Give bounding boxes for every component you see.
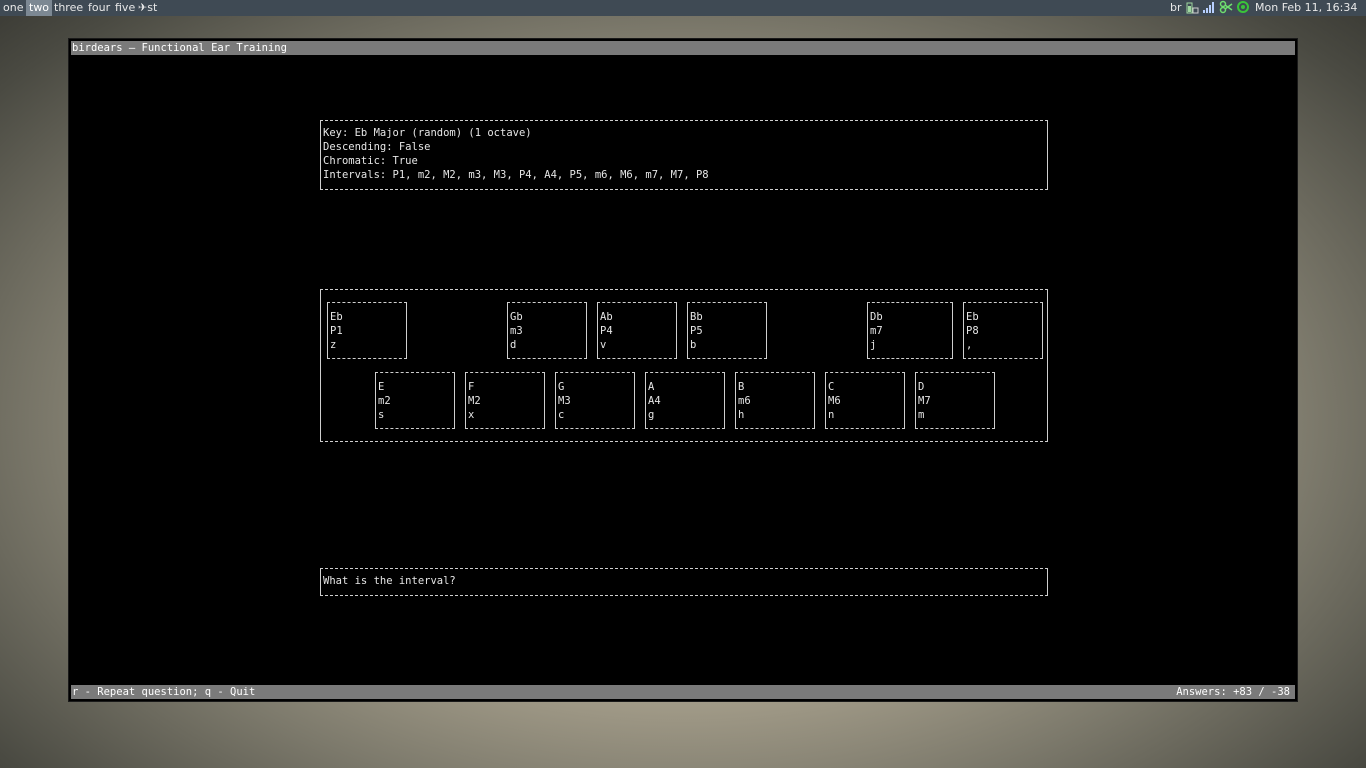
interval-label: A4 <box>648 395 661 407</box>
interval-label: m2 <box>378 395 391 407</box>
shortcut-label: d <box>510 339 517 351</box>
note-label: Bb <box>690 311 703 323</box>
shortcut-label: n <box>828 409 835 421</box>
shortcut-label: b <box>690 339 697 351</box>
note-label: C <box>828 381 835 393</box>
chromatic-info: Chromatic: True <box>323 155 418 167</box>
workspace-four[interactable]: four <box>85 0 113 16</box>
shortcut-label: , <box>966 339 973 351</box>
note-label: F <box>468 381 475 393</box>
shortcut-label: x <box>468 409 475 421</box>
settings-panel: Key: Eb Major (random) (1 octave) Descen… <box>320 120 1048 190</box>
question-text: What is the interval? <box>323 575 456 587</box>
interval-label: P1 <box>330 325 343 337</box>
note-label: E <box>378 381 385 393</box>
network-icon[interactable] <box>1236 0 1250 16</box>
interval-label: m6 <box>738 395 751 407</box>
key-a-A4[interactable]: A A4 g <box>645 372 725 429</box>
interval-label: M3 <box>558 395 571 407</box>
clock: Mon Feb 11, 16:34 <box>1255 1 1358 14</box>
keyboard-panel: Eb P1 z Gb m3 d Ab P4 v Bb P5 b Db m7 j … <box>320 289 1048 442</box>
battery-icon[interactable] <box>1185 0 1199 16</box>
interval-label: P4 <box>600 325 613 337</box>
top-panel: one two three four five ✈st br Mon Feb 1… <box>0 0 1366 16</box>
interval-label: M2 <box>468 395 481 407</box>
key-eb-p8[interactable]: Eb P8 , <box>963 302 1043 359</box>
interval-label: m3 <box>510 325 523 337</box>
layout-indicator[interactable]: br <box>1170 0 1182 16</box>
key-f-M2[interactable]: F M2 x <box>465 372 545 429</box>
key-g-M3[interactable]: G M3 c <box>555 372 635 429</box>
terminal-window[interactable]: birdears — Functional Ear Training Key: … <box>68 38 1298 702</box>
descending-info: Descending: False <box>323 141 431 153</box>
note-label: Eb <box>330 311 343 323</box>
note-label: G <box>558 381 565 393</box>
note-label: Eb <box>966 311 979 323</box>
key-e-m2[interactable]: E m2 s <box>375 372 455 429</box>
note-label: D <box>918 381 925 393</box>
interval-label: P8 <box>966 325 979 337</box>
shortcut-label: z <box>330 339 337 351</box>
interval-label: M7 <box>918 395 931 407</box>
keybindings-help: r - Repeat question; q - Quit <box>72 686 256 698</box>
shortcut-label: c <box>558 409 565 421</box>
key-eb-p1[interactable]: Eb P1 z <box>327 302 407 359</box>
status-bar: r - Repeat question; q - Quit Answers: +… <box>71 685 1295 699</box>
note-label: Ab <box>600 311 613 323</box>
key-c-M6[interactable]: C M6 n <box>825 372 905 429</box>
airplane-icon: ✈ <box>138 1 148 14</box>
shortcut-label: v <box>600 339 607 351</box>
shortcut-label: m <box>918 409 925 421</box>
interval-label: P5 <box>690 325 703 337</box>
shortcut-label: j <box>870 339 877 351</box>
workspace-two[interactable]: two <box>26 0 53 16</box>
workspace-three[interactable]: three <box>51 0 86 16</box>
note-label: B <box>738 381 745 393</box>
shortcut-label: h <box>738 409 745 421</box>
intervals-info: Intervals: P1, m2, M2, m3, M3, P4, A4, P… <box>323 169 709 181</box>
scissors-icon[interactable] <box>1219 0 1233 16</box>
note-label: Gb <box>510 311 523 323</box>
interval-label: M6 <box>828 395 841 407</box>
key-gb-m3[interactable]: Gb m3 d <box>507 302 587 359</box>
key-b-m6[interactable]: B m6 h <box>735 372 815 429</box>
workspace-one[interactable]: one <box>0 0 26 16</box>
question-panel: What is the interval? <box>320 568 1048 596</box>
note-label: Db <box>870 311 883 323</box>
key-ab-p4[interactable]: Ab P4 v <box>597 302 677 359</box>
key-bb-p5[interactable]: Bb P5 b <box>687 302 767 359</box>
key-d-M7[interactable]: D M7 m <box>915 372 995 429</box>
window-title: birdears — Functional Ear Training <box>72 42 287 54</box>
key-info: Key: Eb Major (random) (1 octave) <box>323 127 532 139</box>
shortcut-label: s <box>378 409 385 421</box>
key-db-m7[interactable]: Db m7 j <box>867 302 953 359</box>
shortcut-label: g <box>648 409 655 421</box>
answers-score: Answers: +83 / -38 <box>1176 686 1290 698</box>
workspace-five[interactable]: five <box>112 0 138 16</box>
note-label: A <box>648 381 655 393</box>
window-titlebar[interactable]: birdears — Functional Ear Training <box>71 41 1295 55</box>
interval-label: m7 <box>870 325 883 337</box>
signal-icon[interactable] <box>1202 0 1216 16</box>
active-window-title[interactable]: ✈st <box>138 0 157 16</box>
